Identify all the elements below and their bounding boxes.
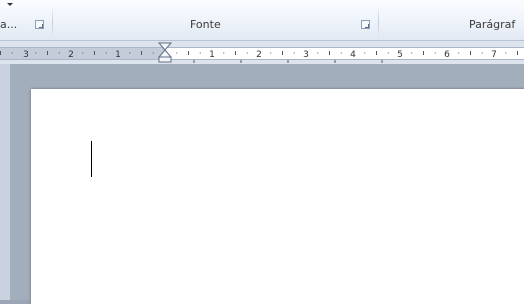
group-label-font: Fonte (190, 18, 221, 31)
clipboard-dialog-launcher-icon[interactable] (35, 20, 44, 29)
ruler-number: 6 (444, 50, 450, 60)
ruler-number: 1 (115, 50, 121, 60)
vertical-ruler[interactable] (0, 64, 10, 300)
ruler-graphic: 21312345678 (0, 42, 524, 63)
ruler-number: 2 (68, 50, 74, 60)
ribbon-group-separator (378, 6, 379, 38)
horizontal-ruler[interactable]: 21312345678 (0, 41, 524, 64)
ruler-number: 7 (491, 50, 497, 60)
font-dialog-launcher-icon[interactable] (361, 20, 370, 29)
group-label-clipboard: a... (0, 18, 18, 31)
left-indent-icon[interactable] (158, 56, 172, 63)
document-page[interactable] (31, 89, 524, 304)
ruler-number: 3 (303, 50, 309, 60)
ruler-number: 5 (397, 50, 403, 60)
text-cursor (91, 141, 92, 177)
ruler-number: 3 (23, 50, 29, 60)
ribbon-group-separator (52, 6, 53, 38)
ribbon-dropdown-arrow-icon[interactable] (7, 3, 13, 6)
group-label-paragraph: Parágraf (469, 18, 516, 31)
ruler-number: 4 (350, 50, 356, 60)
ruler-number: 2 (256, 50, 262, 60)
ruler-number: 1 (209, 50, 215, 60)
ribbon: a... Fonte Parágraf (0, 0, 524, 41)
